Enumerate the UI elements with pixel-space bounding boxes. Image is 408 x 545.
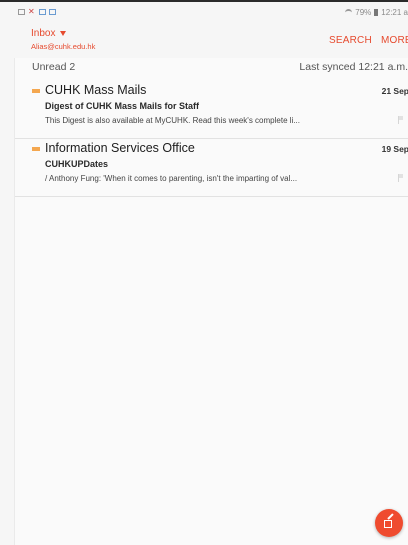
notification-icons: ✕ bbox=[18, 7, 56, 16]
unread-count: Unread 2 bbox=[32, 61, 76, 73]
compose-button[interactable] bbox=[375, 509, 403, 537]
message-preview: / Anthony Fung: 'When it comes to parent… bbox=[45, 174, 298, 183]
image-icon bbox=[18, 9, 25, 15]
email-icon bbox=[49, 9, 56, 15]
battery-percent: 79% bbox=[355, 8, 372, 17]
flag-icon[interactable] bbox=[398, 174, 403, 182]
message-sender: Information Services Office bbox=[45, 141, 195, 155]
compose-icon bbox=[384, 513, 394, 528]
message-subject: Digest of CUHK Mass Mails for Staff bbox=[45, 101, 200, 111]
unread-marker bbox=[32, 89, 40, 93]
status-right: 79% 12:21 a bbox=[345, 8, 408, 17]
unread-marker bbox=[32, 147, 40, 151]
message-date: 19 Sep bbox=[381, 144, 408, 154]
divider bbox=[15, 138, 408, 139]
search-button[interactable]: SEARCH bbox=[329, 35, 372, 46]
message-date: 21 Sep bbox=[381, 86, 408, 96]
battery-icon bbox=[374, 9, 379, 16]
sync-row: Unread 2 Last synced 12:21 a.m. bbox=[15, 58, 408, 76]
folder-name: Inbox bbox=[31, 28, 56, 39]
folder-selector[interactable]: Inbox bbox=[31, 28, 67, 39]
list-item[interactable]: CUHK Mass Mails 21 Sep Digest of CUHK Ma… bbox=[15, 83, 408, 135]
missed-call-icon: ✕ bbox=[28, 7, 35, 16]
flag-icon[interactable] bbox=[398, 116, 403, 124]
message-subject: CUHKUPDates bbox=[45, 159, 109, 169]
account-address: Alias@cuhk.edu.hk bbox=[31, 42, 96, 51]
more-button[interactable]: MORE bbox=[381, 35, 408, 46]
divider bbox=[15, 196, 408, 197]
clock: 12:21 a bbox=[381, 8, 408, 17]
wifi-icon bbox=[345, 9, 353, 16]
app-header: Inbox Alias@cuhk.edu.hk SEARCH MORE bbox=[0, 22, 408, 58]
message-preview: This Digest is also available at MyCUHK.… bbox=[45, 116, 300, 125]
message-sender: CUHK Mass Mails bbox=[45, 83, 147, 97]
message-list: Unread 2 Last synced 12:21 a.m. CUHK Mas… bbox=[14, 58, 408, 545]
caret-down-icon bbox=[60, 31, 67, 36]
list-item[interactable]: Information Services Office 19 Sep CUHKU… bbox=[15, 141, 408, 193]
last-synced: Last synced 12:21 a.m. bbox=[299, 61, 408, 73]
sms-icon bbox=[39, 9, 46, 15]
status-bar: ✕ 79% 12:21 a bbox=[0, 2, 408, 22]
